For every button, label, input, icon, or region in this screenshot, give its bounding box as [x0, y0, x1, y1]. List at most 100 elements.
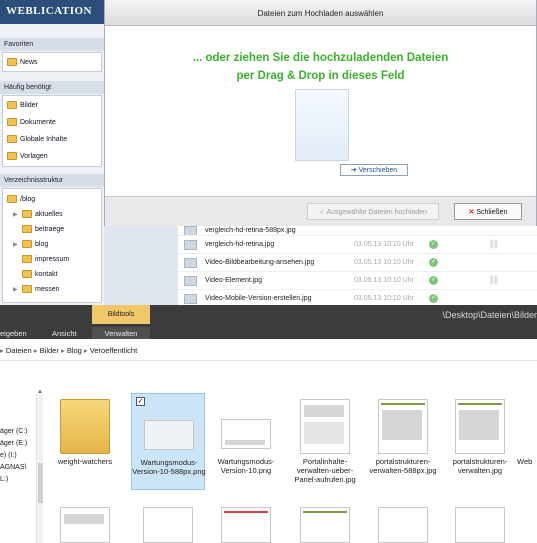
file-item-selected[interactable]: ✓ Wartungsmodus-Version-10-588px.png: [131, 393, 206, 490]
nav-scrollbar[interactable]: ▲: [36, 389, 43, 543]
drop-zone[interactable]: [295, 89, 349, 161]
tab-freigeben[interactable]: eigeben: [0, 327, 27, 339]
file-item[interactable]: portalstrukturen-verwalten.jpg: [443, 393, 517, 490]
folder-icon: [22, 270, 32, 278]
upload-button[interactable]: ✓ Ausgewählte Dateien hochladen: [307, 203, 439, 220]
dialog-title: Dateien zum Hochladen auswählen: [105, 0, 536, 26]
file-date: 03.05.13 10:10 Uhr: [354, 295, 414, 302]
file-row[interactable]: Video-Mobile-Version-erstellen.jpg 03.05…: [178, 289, 537, 305]
favoriten-box: News: [2, 52, 102, 72]
upload-dialog: Dateien zum Hochladen auswählen ... oder…: [104, 0, 537, 226]
link-icon[interactable]: ⛓: [488, 275, 499, 286]
close-label: Schließen: [476, 209, 508, 216]
tree-item-blog[interactable]: ▶ blog: [13, 238, 48, 250]
folder-icon: [7, 195, 17, 203]
tree-item-beitraege[interactable]: beitraege: [22, 223, 64, 235]
file-item[interactable]: [288, 501, 362, 543]
image-thumbnail-icon: [184, 294, 197, 304]
file-item[interactable]: [443, 501, 517, 543]
file-item[interactable]: [131, 501, 205, 543]
drop-hint-line1: ... oder ziehen Sie die hochzuladenden D…: [192, 52, 449, 64]
file-row[interactable]: Video-Bildbearbeitung-ansehen.jpg 03.05.…: [178, 253, 537, 271]
checkbox[interactable]: ✓: [136, 397, 145, 406]
file-item[interactable]: Wartungsmodus-Version-10.png: [209, 393, 283, 490]
folder-icon: [22, 240, 32, 248]
tree-item-blog-root[interactable]: /blog: [7, 193, 35, 205]
file-item[interactable]: [209, 501, 283, 543]
breadcrumb-dateien[interactable]: Dateien: [6, 346, 32, 355]
file-row[interactable]: Video-Element.jpg 03.05.13 10:10 Uhr ✓ ⛓: [178, 271, 537, 289]
image-thumbnail: [221, 419, 271, 449]
check-icon: ✓: [429, 276, 438, 285]
window-title: \Desktop\Dateien\Bilder: [442, 310, 537, 320]
file-caption: portalstrukturen-verwalten-588px.jpg: [369, 457, 437, 475]
folder-icon: [22, 210, 32, 218]
sidebar-item-news[interactable]: News: [7, 56, 38, 68]
expand-arrow-icon[interactable]: ▶: [13, 241, 19, 248]
folder-icon: [22, 285, 32, 293]
context-tab-bildtools[interactable]: Bildtools: [92, 305, 150, 324]
file-item-folder[interactable]: weight-watchers: [48, 393, 122, 490]
file-caption: Web: [517, 457, 533, 466]
file-item[interactable]: Web: [511, 393, 537, 490]
file-grid: weight-watchers ✓ Wartungsmodus-Version-…: [48, 393, 537, 543]
link-icon[interactable]: ⛓: [488, 239, 499, 250]
breadcrumb-blog[interactable]: Blog: [67, 346, 82, 355]
file-caption: Portalinhalte-verwalten-ueber-Panel-aufr…: [294, 457, 356, 484]
nav-network-share[interactable]: AGNAS\: [0, 464, 26, 471]
tree-item-messen[interactable]: ▶ messen: [13, 283, 60, 295]
file-row[interactable]: vergleich-hd-retina.jpg 03.05.13 10:10 U…: [178, 235, 537, 253]
file-name: vergleich-hd-retina.jpg: [205, 241, 275, 248]
check-icon: ✓: [429, 240, 438, 249]
expand-arrow-icon[interactable]: ▶: [13, 211, 19, 218]
file-item[interactable]: portalstrukturen-verwalten-588px.jpg: [366, 393, 440, 490]
sidebar-item-dokumente[interactable]: Dokumente: [7, 116, 56, 128]
breadcrumb-bilder[interactable]: Bilder: [40, 346, 59, 355]
image-thumbnail-icon: [184, 258, 197, 268]
sidebar-item-label: Vorlagen: [20, 152, 48, 160]
arrow-right-icon: ➔: [350, 167, 359, 174]
sidebar-item-vorlagen[interactable]: Vorlagen: [7, 150, 48, 162]
image-thumbnail: [143, 507, 193, 543]
tree-item-impressum[interactable]: impressum: [22, 253, 69, 265]
breadcrumb-veroeffentlicht[interactable]: Veroeffentlicht: [90, 346, 137, 355]
image-thumbnail: [144, 420, 194, 450]
tree-item-label: beitraege: [35, 225, 65, 233]
expand-arrow-icon[interactable]: ▶: [13, 286, 19, 293]
nav-drive-e[interactable]: äger (E:): [0, 440, 27, 447]
image-thumbnail: [378, 507, 428, 543]
tab-verwalten[interactable]: Verwalten: [92, 327, 150, 339]
brand-logo: WEBLICATION: [0, 0, 104, 24]
nav-drive-l[interactable]: L:): [0, 476, 8, 483]
close-button[interactable]: ✕ Schließen: [454, 203, 522, 220]
file-item[interactable]: [48, 501, 122, 543]
tree-item-aktuelles[interactable]: ▶ aktuelles: [13, 208, 63, 220]
sidebar-item-label: Globale Inhalte: [20, 135, 68, 143]
sidebar: Favoriten News Häufig benötigt Bilder Do…: [0, 24, 104, 305]
file-name: vergleich-hd-retina-588px.jpg: [205, 227, 296, 234]
drop-hint-line2: per Drag & Drop in dieses Feld: [236, 70, 405, 82]
tree-item-label: blog: [35, 240, 49, 248]
nav-drive-i[interactable]: e) (I:): [0, 452, 17, 459]
nav-drive-c[interactable]: äger (C:): [0, 428, 28, 435]
sidebar-item-label: Dokumente: [20, 118, 56, 126]
tree-item-label: messen: [35, 285, 60, 293]
file-caption: Wartungsmodus-Version-10.png: [217, 457, 275, 475]
scroll-up-icon[interactable]: ▲: [37, 389, 43, 395]
tree-item-label: impressum: [35, 255, 70, 263]
sidebar-item-globale-inhalte[interactable]: Globale Inhalte: [7, 133, 67, 145]
file-item[interactable]: Portalinhalte-verwalten-ueber-Panel-aufr…: [288, 393, 362, 490]
address-bar[interactable]: ▸ Dateien ▸ Bilder ▸ Blog ▸ Veroeffentli…: [0, 339, 537, 361]
scroll-thumb[interactable]: [38, 463, 43, 503]
sidebar-item-bilder[interactable]: Bilder: [7, 99, 38, 111]
image-thumbnail: [455, 507, 505, 543]
move-button[interactable]: ➔ Verschieben: [340, 164, 408, 176]
tab-ansicht[interactable]: Ansicht: [52, 327, 77, 339]
tree-item-kontakt[interactable]: kontakt: [22, 268, 58, 280]
check-icon: ✓: [319, 209, 327, 216]
tree-item-label: aktuelles: [35, 210, 63, 218]
haeufig-heading: Häufig benötigt: [0, 81, 104, 94]
file-item[interactable]: [366, 501, 440, 543]
image-thumbnail: [300, 399, 350, 454]
folder-icon: [7, 101, 17, 109]
